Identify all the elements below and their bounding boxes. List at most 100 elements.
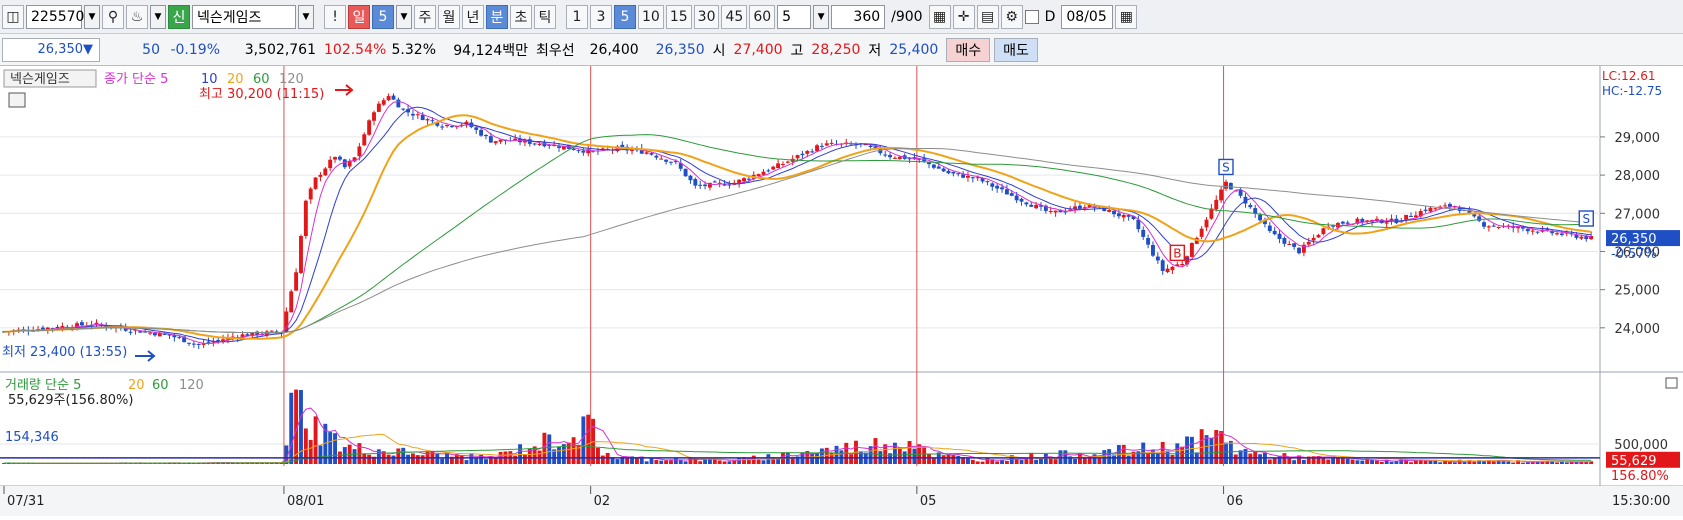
candle <box>308 188 313 200</box>
volume-bar <box>985 458 990 464</box>
price-volume-chart[interactable]: 24,00025,00026,00027,00028,00029,000500,… <box>0 66 1683 516</box>
calendar-icon[interactable]: ▦ <box>1115 4 1138 29</box>
candle <box>1423 209 1428 211</box>
volume-bar <box>970 459 975 464</box>
interval-dropdown[interactable]: ▼ <box>813 4 830 29</box>
candle <box>1277 233 1282 239</box>
candle <box>897 156 902 159</box>
volume-bar <box>931 458 936 464</box>
stock-name-dropdown[interactable]: ▼ <box>298 4 314 29</box>
period-monthly-button[interactable]: 월 <box>438 4 460 29</box>
bar-count-input[interactable]: 360 <box>831 4 886 29</box>
best-quote-label: 최우선 <box>536 42 575 59</box>
candle <box>669 161 673 163</box>
price-tick-label: 29,000 <box>1615 131 1661 146</box>
period-tick-button[interactable]: 틱 <box>534 4 556 29</box>
interval-10-button[interactable]: 10 <box>638 4 664 29</box>
crosshair-icon[interactable]: ✛ <box>952 4 975 29</box>
candle <box>1272 230 1277 235</box>
volume-bar <box>1204 435 1209 464</box>
chart-area[interactable]: 24,000 25,000 26,000 27,000 28,000 29,000 500,… <box>0 66 1683 516</box>
volume-bar <box>1209 437 1214 464</box>
interval-1-button[interactable]: 1 <box>566 4 588 29</box>
candle <box>196 343 201 345</box>
candle <box>1121 214 1126 218</box>
legend-ma10-label: 10 <box>201 72 218 87</box>
volume-bar <box>1530 462 1535 464</box>
candle <box>1482 222 1486 227</box>
search-icon[interactable]: ⚲ <box>102 4 124 29</box>
volume-bar <box>1170 454 1175 464</box>
candle <box>1019 198 1024 202</box>
candle <box>1077 205 1082 209</box>
speaker-dropdown[interactable]: ▼ <box>150 4 166 29</box>
period-dropdown[interactable]: ▼ <box>396 4 412 29</box>
interval-5-button[interactable]: 5 <box>614 4 636 29</box>
interval-45-button[interactable]: 45 <box>721 4 748 29</box>
indicator-table-icon[interactable] <box>8 92 26 108</box>
date-checkbox[interactable] <box>1024 9 1039 24</box>
sell-button[interactable]: 매도 <box>994 37 1038 62</box>
bar-count-total: /900 <box>891 8 923 25</box>
interval-input[interactable]: 5 <box>777 4 812 29</box>
pane-close-icon[interactable] <box>1665 377 1678 389</box>
candle <box>1048 211 1053 213</box>
gear-icon[interactable]: ⚙ <box>1000 4 1023 29</box>
stock-code-field[interactable]: 225570 <box>26 4 84 29</box>
period-weekly-button[interactable]: 주 <box>414 4 436 29</box>
candle <box>693 179 698 186</box>
candle <box>1238 190 1243 196</box>
interval-3-button[interactable]: 3 <box>590 4 612 29</box>
interval-30-button[interactable]: 30 <box>693 4 720 29</box>
candle <box>1404 214 1409 220</box>
candle <box>1024 202 1029 205</box>
candle <box>1116 213 1121 217</box>
legend-ma20-label: 20 <box>227 72 244 87</box>
candle <box>1496 226 1501 228</box>
grid-settings-icon[interactable]: ▦ <box>928 4 951 29</box>
volume-bar <box>946 454 951 464</box>
volume-bar <box>1155 453 1160 464</box>
panel-toggle-icon[interactable]: ◫ <box>2 4 24 29</box>
volume-bar <box>328 432 333 464</box>
alert-button[interactable]: ! <box>324 4 346 29</box>
candle <box>381 100 386 105</box>
period-second-button[interactable]: 초 <box>510 4 532 29</box>
volume-bar <box>435 453 440 464</box>
volume-bar <box>1550 461 1555 464</box>
candle <box>425 119 430 121</box>
volume-bar <box>737 458 742 464</box>
candle <box>128 331 133 333</box>
period-multiplier-button[interactable]: 5 <box>372 4 394 29</box>
open-label: 시 <box>712 42 726 59</box>
volume-bar <box>289 392 294 464</box>
period-daily-button[interactable]: 일 <box>348 4 370 29</box>
candle <box>1170 266 1175 271</box>
candle <box>756 174 761 176</box>
new-listing-badge: 신 <box>168 4 190 29</box>
candle <box>698 184 703 186</box>
period-yearly-button[interactable]: 년 <box>462 4 484 29</box>
candle <box>1535 231 1540 233</box>
candle <box>829 142 834 144</box>
volume-bar <box>484 459 488 464</box>
candle <box>1321 228 1326 235</box>
interval-60-button[interactable]: 60 <box>749 4 776 29</box>
period-minute-button[interactable]: 분 <box>486 4 508 29</box>
interval-15-button[interactable]: 15 <box>665 4 692 29</box>
save-icon[interactable]: ▤ <box>976 4 999 29</box>
candle <box>289 291 294 313</box>
buy-button[interactable]: 매수 <box>946 37 991 62</box>
candle <box>1146 238 1151 245</box>
candle <box>1525 229 1530 232</box>
date-input[interactable]: 08/05 <box>1061 4 1114 29</box>
candle <box>795 155 800 159</box>
candle <box>411 113 415 116</box>
volume-bar <box>474 457 479 464</box>
speaker-icon[interactable]: ♨ <box>126 4 148 29</box>
volume-bar <box>440 458 445 464</box>
stock-name-field[interactable]: 넥슨게임즈 <box>192 4 296 29</box>
date-prefix-label: D <box>1044 8 1056 25</box>
time-tick-label: 06 <box>1227 494 1244 509</box>
stock-code-dropdown[interactable]: ▼ <box>84 4 100 29</box>
